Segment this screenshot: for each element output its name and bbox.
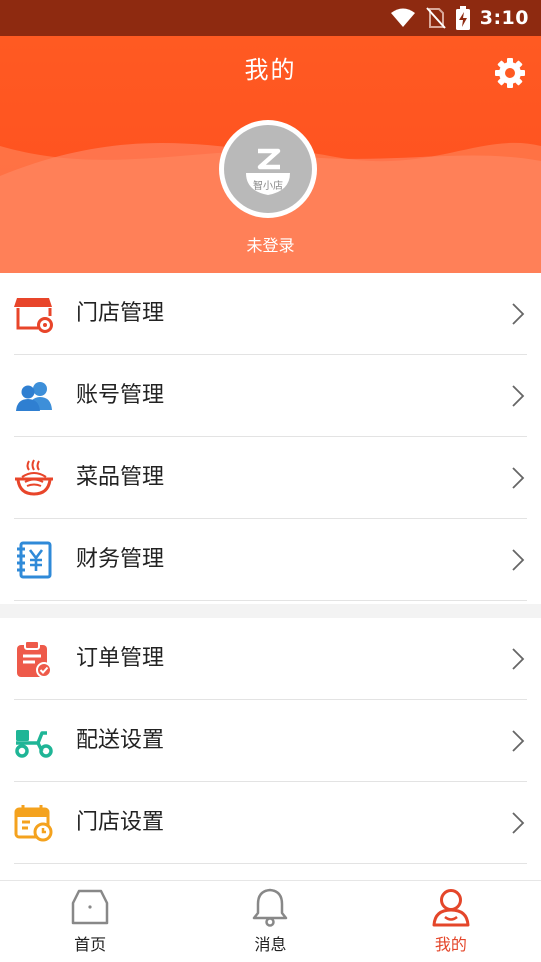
home-icon (71, 889, 109, 925)
page-title: 我的 (244, 56, 297, 84)
menu-label: 配送设置 (76, 728, 165, 753)
chevron-right-icon (512, 467, 525, 489)
menu-item-dish-management[interactable]: 菜品管理 (0, 437, 541, 519)
people-icon (16, 382, 52, 411)
chevron-right-icon (512, 648, 525, 670)
chevron-right-icon (512, 730, 525, 752)
login-status[interactable]: 未登录 (0, 232, 541, 256)
menu-item-account-management[interactable]: 账号管理 (0, 355, 541, 437)
yuan-ledger-icon (17, 541, 52, 579)
profile-header: 我的 智小店 未登录 (0, 36, 541, 273)
nav-label: 首页 (74, 935, 107, 954)
nav-label: 消息 (254, 935, 287, 954)
store-gear-icon (14, 298, 53, 333)
nav-label: 我的 (434, 935, 467, 954)
menu-label: 门店设置 (76, 810, 165, 835)
logo-icon (246, 148, 290, 195)
battery-charging-icon (455, 6, 470, 30)
chevron-right-icon (512, 549, 525, 571)
menu-label: 账号管理 (76, 383, 165, 408)
menu-item-store-settings[interactable]: 门店设置 (0, 782, 541, 864)
menu-label: 财务管理 (76, 547, 165, 572)
bottom-nav: 首页 消息 我的 (0, 880, 541, 962)
menu-item-delivery-settings[interactable]: 配送设置 (0, 700, 541, 782)
menu-group-management: 门店管理 账号管理 菜品管理 财务管理 (0, 273, 541, 604)
bell-icon (253, 888, 288, 927)
chevron-right-icon (512, 303, 525, 325)
status-time: 3:10 (479, 7, 529, 29)
calendar-clock-icon (14, 805, 53, 842)
menu-item-store-management[interactable]: 门店管理 (0, 273, 541, 355)
menu-group-settings: 订单管理 配送设置 门店设置 (0, 618, 541, 880)
avatar[interactable]: 智小店 (219, 120, 317, 218)
menu-label: 门店管理 (76, 301, 165, 326)
menu-label: 订单管理 (76, 646, 165, 671)
menu-item-finance-management[interactable]: 财务管理 (0, 519, 541, 601)
dish-icon (15, 459, 53, 496)
user-icon (432, 889, 470, 927)
chevron-right-icon (512, 812, 525, 834)
nav-tab-home[interactable]: 首页 (0, 881, 180, 962)
status-bar: 3:10 (0, 0, 541, 36)
menu-label: 菜品管理 (76, 465, 165, 490)
settings-gear-icon[interactable] (493, 56, 527, 90)
chevron-right-icon (512, 385, 525, 407)
menu-item-order-management[interactable]: 订单管理 (0, 618, 541, 700)
nav-tab-messages[interactable]: 消息 (180, 881, 360, 962)
clipboard-check-icon (17, 640, 52, 678)
no-sim-icon (425, 7, 446, 29)
avatar-text: 智小店 (253, 181, 283, 192)
nav-tab-mine[interactable]: 我的 (361, 881, 541, 962)
avatar-logo: 智小店 (224, 125, 312, 213)
wifi-icon (390, 8, 415, 27)
scooter-icon (15, 730, 53, 758)
